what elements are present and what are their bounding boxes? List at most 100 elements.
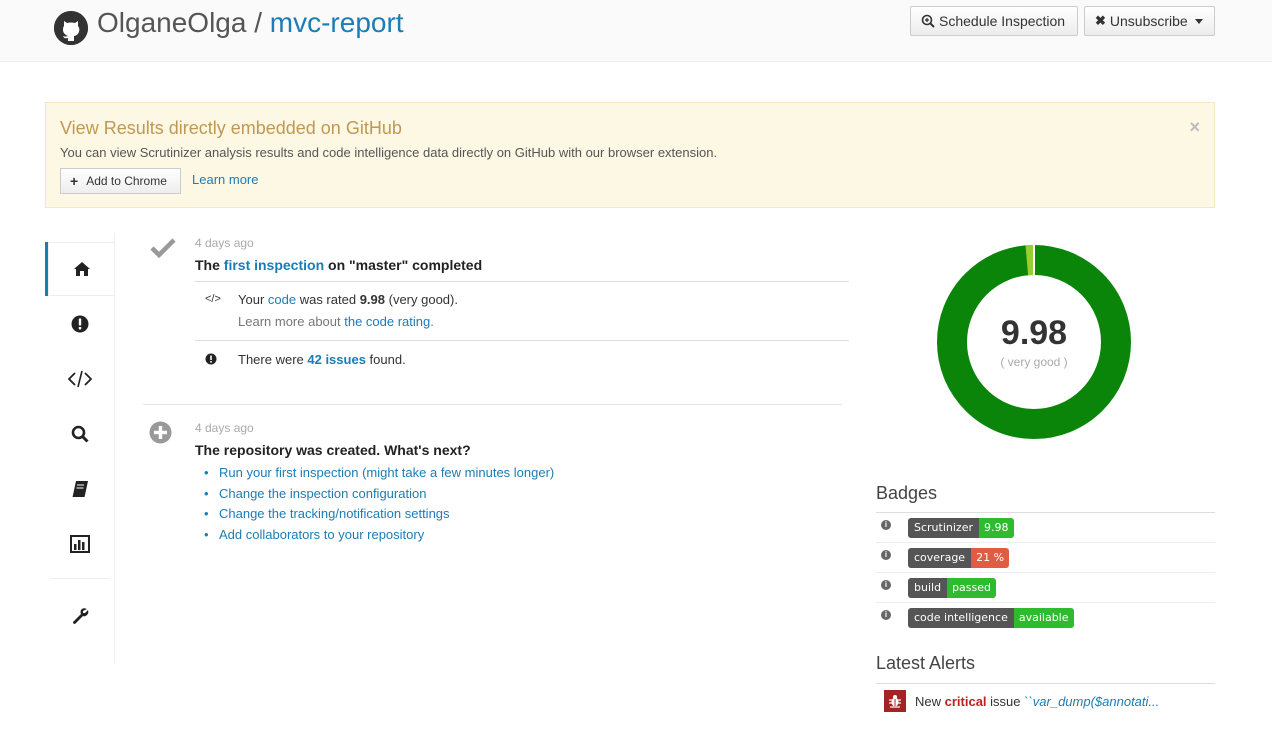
code-intelligence-badge[interactable]: code intelligence available xyxy=(908,608,1074,628)
issues-block: There were 42 issues found. xyxy=(195,340,849,376)
zoom-in-icon xyxy=(921,14,935,28)
sidebar-item-search[interactable] xyxy=(45,407,115,461)
info-icon[interactable]: i xyxy=(881,550,891,560)
next-steps-list: Run your first inspection (might take a … xyxy=(204,465,554,548)
info-icon[interactable]: i xyxy=(881,520,891,530)
inspection-config-link[interactable]: Change the inspection configuration xyxy=(219,486,426,501)
badge-row: i code intelligence available xyxy=(876,603,1215,633)
score-label: ( very good ) xyxy=(1000,355,1068,369)
rating-learn-suffix: . xyxy=(430,314,434,329)
sidebar-divider xyxy=(51,578,109,579)
issues-text: There were 42 issues found. xyxy=(238,352,406,367)
first-inspection-link[interactable]: first inspection xyxy=(224,257,324,273)
list-item[interactable]: Change the inspection configuration xyxy=(204,486,554,507)
code-icon xyxy=(68,370,92,388)
book-icon xyxy=(72,481,88,497)
sidebar-item-code[interactable] xyxy=(45,352,115,406)
unsubscribe-button[interactable]: ✖ Unsubscribe xyxy=(1084,6,1215,36)
rating-block: </> Your code was rated 9.98 (very good)… xyxy=(195,281,849,341)
list-item[interactable]: Change the tracking/notification setting… xyxy=(204,506,554,527)
issues-icon xyxy=(71,315,89,333)
bug-icon xyxy=(884,690,906,712)
event-time: 4 days ago xyxy=(195,421,254,435)
owner-name[interactable]: OlganeOlga xyxy=(97,7,246,38)
badge-label: build xyxy=(908,578,948,598)
repo-separator: / xyxy=(246,7,270,38)
add-collaborators-link[interactable]: Add collaborators to your repository xyxy=(219,527,424,542)
search-icon xyxy=(71,425,89,443)
rating-prefix: Your xyxy=(238,292,268,307)
plus-circle-icon xyxy=(149,421,172,447)
add-to-chrome-button[interactable]: + Add to Chrome xyxy=(60,168,181,194)
issues-prefix: There were xyxy=(238,352,308,367)
code-rating-link[interactable]: the code rating xyxy=(344,314,430,329)
issues-suffix: found. xyxy=(365,352,406,367)
page-header: OlganeOlga / mvc-report Schedule Inspect… xyxy=(0,0,1272,62)
repo-title: OlganeOlga / mvc-report xyxy=(97,7,404,39)
caret-down-icon xyxy=(1194,18,1203,24)
alert-code-link[interactable]: ``var_dump($annotati... xyxy=(1024,694,1159,709)
alert-item[interactable]: New critical issue ``var_dump($annotati.… xyxy=(884,690,1159,712)
code-icon: </> xyxy=(205,293,221,305)
event-title-prefix: The xyxy=(195,257,224,273)
badge-row: i Scrutinizer 9.98 xyxy=(876,513,1215,543)
close-icon: ✖ xyxy=(1095,13,1106,28)
banner-text: You can view Scrutinizer analysis result… xyxy=(60,145,718,160)
rating-learn-prefix: Learn more about xyxy=(238,314,345,329)
rating-suffix: (very good). xyxy=(385,292,458,307)
schedule-inspection-label: Schedule Inspection xyxy=(939,13,1066,29)
rating-text: Your code was rated 9.98 (very good). xyxy=(238,292,458,307)
rating-middle: was rated xyxy=(296,292,360,307)
alerts-title-rule xyxy=(876,683,1215,684)
bar-chart-icon xyxy=(70,535,90,553)
coverage-badge[interactable]: coverage 21 % xyxy=(908,548,1010,568)
badge-label: code intelligence xyxy=(908,608,1014,628)
exclamation-icon xyxy=(205,353,217,368)
badge-label: Scrutinizer xyxy=(908,518,979,538)
github-icon xyxy=(54,11,88,45)
repo-name[interactable]: mvc-report xyxy=(270,7,404,38)
badge-row: i build passed xyxy=(876,573,1215,603)
sidebar-item-statistics[interactable] xyxy=(45,517,115,571)
sidebar-item-settings[interactable] xyxy=(45,589,115,643)
score-value: 9.98 xyxy=(1000,314,1068,352)
build-badge[interactable]: build passed xyxy=(908,578,996,598)
rating-learn-more: Learn more about the code rating. xyxy=(238,314,434,329)
event-time: 4 days ago xyxy=(195,236,254,250)
badge-value: available xyxy=(1013,608,1074,628)
add-to-chrome-label: Add to Chrome xyxy=(86,174,167,188)
issues-link[interactable]: 42 issues xyxy=(307,352,366,367)
event-title-suffix: on "master" completed xyxy=(324,257,483,273)
sidebar-item-docs[interactable] xyxy=(45,462,115,516)
schedule-inspection-button[interactable]: Schedule Inspection xyxy=(910,6,1078,36)
event-title: The first inspection on "master" complet… xyxy=(195,257,482,273)
home-icon xyxy=(73,262,90,276)
code-link[interactable]: code xyxy=(268,292,296,307)
check-icon xyxy=(150,238,176,261)
sidebar-nav xyxy=(45,234,115,664)
learn-more-link[interactable]: Learn more xyxy=(192,172,258,187)
list-item[interactable]: Add collaborators to your repository xyxy=(204,527,554,548)
rating-score: 9.98 xyxy=(359,292,385,307)
list-item[interactable]: Run your first inspection (might take a … xyxy=(204,465,554,486)
extension-banner: View Results directly embedded on GitHub… xyxy=(45,102,1215,208)
sidebar-item-home[interactable] xyxy=(45,242,115,296)
plus-icon: + xyxy=(70,173,79,189)
alert-middle: issue xyxy=(986,693,1025,709)
wrench-icon xyxy=(73,608,89,624)
badges-title: Badges xyxy=(876,483,938,503)
tracking-settings-link[interactable]: Change the tracking/notification setting… xyxy=(219,506,450,521)
alert-text: New critical issue ``var_dump($annotati.… xyxy=(915,694,1159,709)
run-inspection-link[interactable]: Run your first inspection (might take a … xyxy=(219,465,554,480)
badge-value: 9.98 xyxy=(979,518,1014,538)
info-icon[interactable]: i xyxy=(881,580,891,590)
banner-close-icon[interactable]: × xyxy=(1189,117,1200,138)
alert-severity: critical xyxy=(944,693,987,709)
badge-value: 21 % xyxy=(971,548,1010,568)
banner-title: View Results directly embedded on GitHub xyxy=(60,118,402,138)
sidebar-item-issues[interactable] xyxy=(45,297,115,351)
timeline-divider xyxy=(143,404,842,405)
scrutinizer-badge[interactable]: Scrutinizer 9.98 xyxy=(908,518,1014,538)
info-icon[interactable]: i xyxy=(881,610,891,620)
badge-label: coverage xyxy=(908,548,972,568)
